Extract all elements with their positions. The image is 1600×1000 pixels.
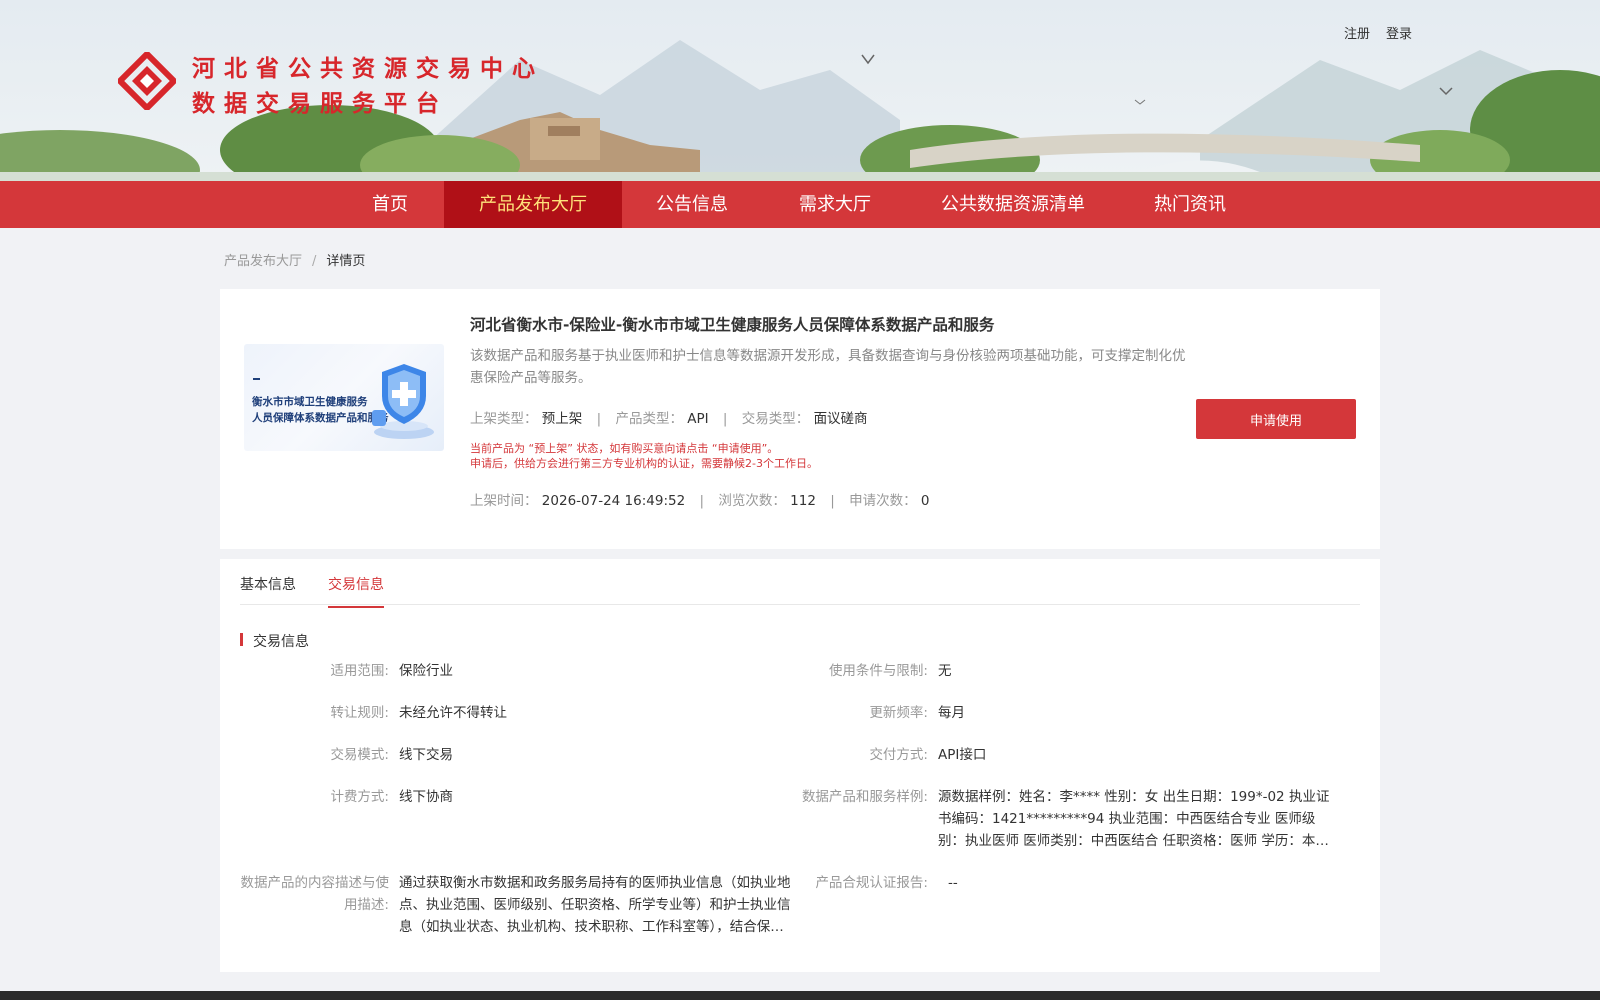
- listing-type-label: 上架类型：: [470, 411, 538, 427]
- field-value-compliance-report: --: [948, 875, 958, 891]
- top-links: 注册 登录: [1344, 23, 1412, 42]
- section-title: 交易信息: [240, 631, 309, 651]
- notice-line2: 申请后，供给方会进行第三方专业机构的认证，需要静候2-3个工作日。: [470, 457, 818, 470]
- nav-item-demand-hall[interactable]: 需求大厅: [785, 181, 885, 228]
- field-value-sample: 源数据样例：姓名：李**** 性别：女 出生日期：199*-02 执业证书编码：…: [938, 789, 1330, 849]
- nav-item-product-hall[interactable]: 产品发布大厅: [444, 181, 622, 228]
- product-type-label: 产品类型：: [615, 411, 683, 427]
- product-meta: 上架类型： 预上架 | 产品类型： API | 交易类型： 面议磋商: [470, 407, 868, 427]
- breadcrumb-separator: /: [312, 254, 317, 269]
- stats-separator: |: [830, 493, 835, 509]
- field-value-billing: 线下协商: [399, 789, 453, 805]
- field-label-content-description: 数据产品的内容描述与使用描述:: [240, 875, 390, 913]
- platform-title: 河北省公共资源交易中心 数据交易服务平台: [192, 52, 544, 122]
- platform-title-line2: 数据交易服务平台: [192, 91, 448, 117]
- apply-use-button[interactable]: 申请使用: [1196, 399, 1356, 439]
- login-link[interactable]: 登录: [1386, 23, 1412, 42]
- nav-item-home[interactable]: 首页: [350, 181, 430, 228]
- listed-time-label: 上架时间：: [470, 493, 538, 509]
- header-banner: 河北省公共资源交易中心 数据交易服务平台 注册 登录: [0, 0, 1600, 181]
- shield-icon: [372, 364, 434, 439]
- listed-time-value: 2026-07-24 16:49:52: [541, 493, 686, 509]
- meta-separator: |: [596, 411, 602, 427]
- platform-logo-icon: [118, 52, 176, 110]
- applications-label: 申请次数：: [849, 493, 917, 509]
- notice-line1: 当前产品为 “预上架” 状态，如有购买意向请点击 “申请使用”。: [470, 442, 779, 455]
- breadcrumb-current: 详情页: [326, 254, 366, 269]
- field-label-usage-conditions: 使用条件与限制:: [828, 663, 928, 679]
- field-value-usage-conditions: 无: [938, 663, 952, 679]
- pre-listing-notice: 当前产品为 “预上架” 状态，如有购买意向请点击 “申请使用”。 申请后，供给方…: [470, 441, 818, 471]
- product-thumbnail: 衡水市市域卫生健康服务 人员保障体系数据产品和服务: [244, 344, 444, 451]
- views-label: 浏览次数：: [718, 493, 786, 509]
- field-value-content-description: 通过获取衡水市数据和政务服务局持有的医师执业信息（如执业地点、执业范围、医师级别…: [399, 875, 791, 935]
- field-label-compliance-report: 产品合规认证报告:: [815, 875, 928, 891]
- field-value-transfer-rule: 未经允许不得转让: [399, 705, 507, 721]
- register-link[interactable]: 注册: [1344, 23, 1370, 42]
- field-label-sample: 数据产品和服务样例:: [801, 789, 928, 805]
- product-detail-card: 基本信息 交易信息 交易信息 适用范围: 保险行业 转让规则: 未经允许不得转让…: [220, 559, 1380, 972]
- footer-bar: [0, 991, 1600, 1000]
- platform-title-line1: 河北省公共资源交易中心: [192, 56, 544, 82]
- nav-item-public-data-list[interactable]: 公共数据资源清单: [930, 181, 1096, 228]
- stats-separator: |: [699, 493, 705, 509]
- field-label-billing: 计费方式:: [330, 789, 389, 805]
- meta-separator: |: [722, 411, 728, 427]
- field-value-delivery: API接口: [938, 747, 987, 763]
- trade-type-value: 面议磋商: [813, 411, 868, 427]
- main-nav: 首页 产品发布大厅 公告信息 需求大厅 公共数据资源清单 热门资讯: [0, 181, 1600, 228]
- views-value: 112: [790, 493, 816, 509]
- breadcrumb: 产品发布大厅 / 详情页: [224, 250, 365, 269]
- product-summary-card: 衡水市市域卫生健康服务 人员保障体系数据产品和服务 河北省衡水市-保险业-衡水市…: [220, 289, 1380, 549]
- breadcrumb-parent-link[interactable]: 产品发布大厅: [224, 254, 302, 269]
- field-label-update-frequency: 更新频率:: [869, 705, 928, 721]
- field-label-scope: 适用范围:: [330, 663, 389, 679]
- tab-basic-info[interactable]: 基本信息: [240, 574, 296, 606]
- field-value-trade-mode: 线下交易: [399, 747, 453, 763]
- field-value-update-frequency: 每月: [938, 705, 965, 721]
- nav-item-hot-news[interactable]: 热门资讯: [1140, 181, 1240, 228]
- nav-item-announcements[interactable]: 公告信息: [642, 181, 742, 228]
- tab-trade-info[interactable]: 交易信息: [328, 574, 384, 608]
- listing-type-value: 预上架: [541, 411, 583, 427]
- field-value-scope: 保险行业: [399, 663, 453, 679]
- field-label-delivery: 交付方式:: [869, 747, 928, 763]
- field-label-trade-mode: 交易模式:: [330, 747, 389, 763]
- trade-type-label: 交易类型：: [741, 411, 810, 427]
- applications-value: 0: [920, 493, 930, 509]
- product-stats: 上架时间： 2026-07-24 16:49:52 | 浏览次数： 112 | …: [470, 489, 929, 509]
- product-type-value: API: [687, 411, 709, 427]
- detail-tabs: 基本信息 交易信息: [240, 559, 1360, 608]
- field-label-transfer-rule: 转让规则:: [330, 705, 389, 721]
- product-description: 该数据产品和服务基于执业医师和护士信息等数据源开发形成，具备数据查询与身份核验两…: [470, 348, 1186, 386]
- product-title: 河北省衡水市-保险业-衡水市市域卫生健康服务人员保障体系数据产品和服务: [470, 316, 995, 334]
- thumbnail-dash: [253, 378, 260, 380]
